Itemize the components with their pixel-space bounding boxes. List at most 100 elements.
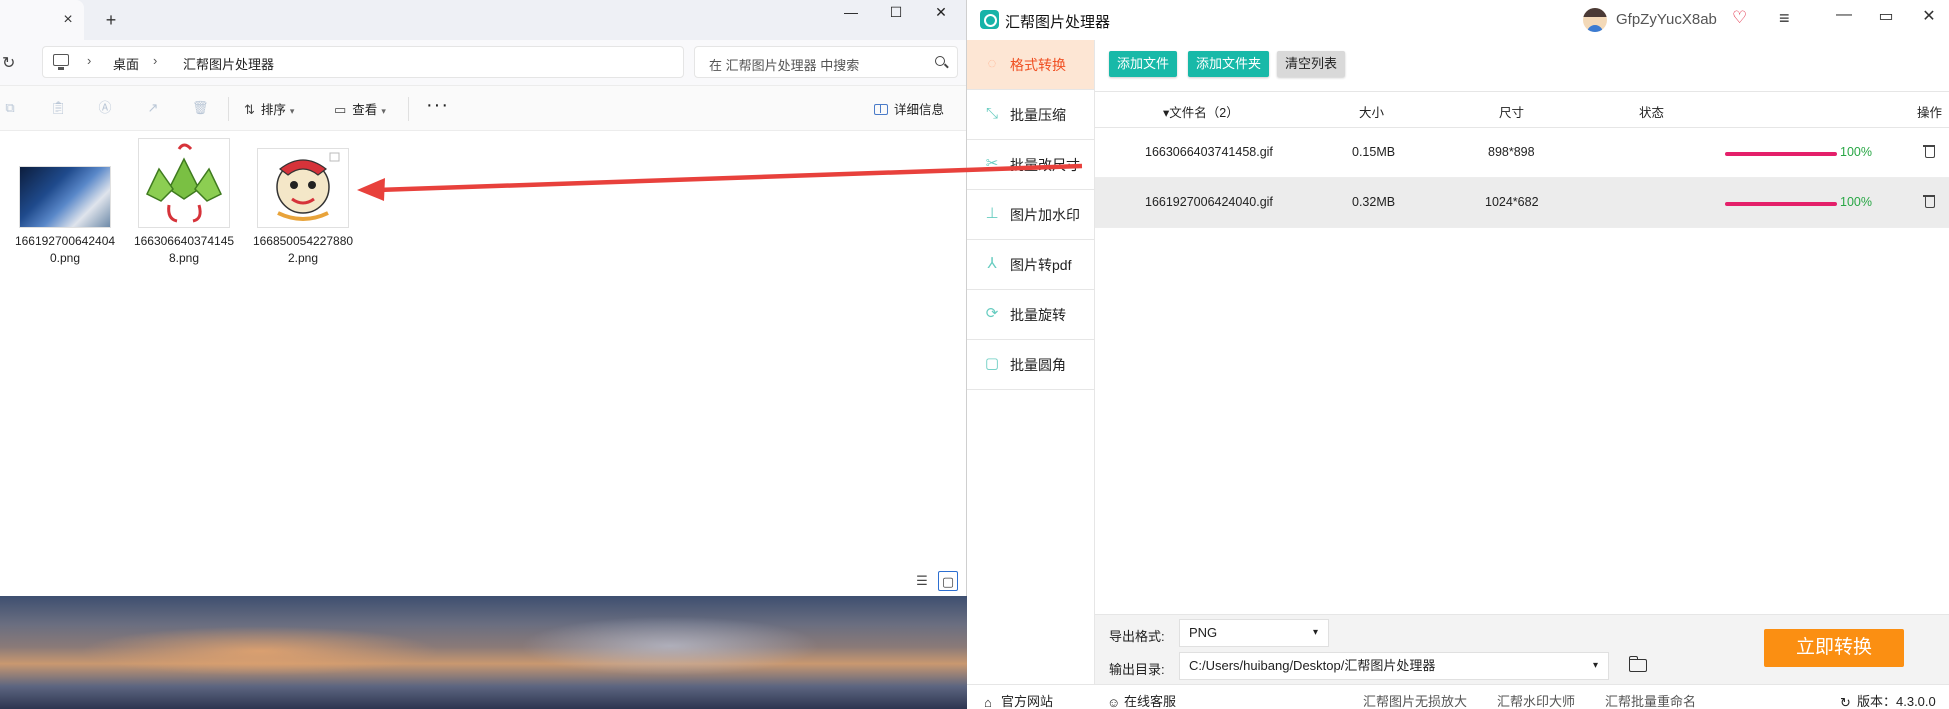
path-bar[interactable]: › 桌面 › 汇帮图片处理器	[42, 46, 684, 78]
sidebar-item-label: 批量压缩	[1010, 107, 1066, 123]
more-options-button[interactable]: ···	[426, 94, 449, 117]
sidebar-item-round-corner[interactable]: ▢ 批量圆角	[967, 340, 1094, 390]
progress-bar	[1725, 152, 1837, 156]
file-item[interactable]: 1661927006424040.png	[10, 139, 120, 267]
footer-link-rename[interactable]: 汇帮批量重命名	[1605, 691, 1696, 709]
version-label: ↻ 版本：4.3.0.0	[1840, 691, 1936, 709]
breadcrumb-desktop[interactable]: 桌面	[113, 54, 139, 73]
app-titlebar: 汇帮图片处理器 GfpZyYucX8ab ♡ ≡ — ▭ ✕	[967, 0, 1949, 40]
trash-icon[interactable]	[1922, 142, 1936, 158]
progress-percent: 100%	[1840, 145, 1872, 159]
add-file-button[interactable]: 添加文件	[1109, 51, 1178, 77]
sort-icon: ⇅	[244, 102, 255, 117]
chevron-down-icon: ▾	[289, 106, 295, 116]
row-size: 0.15MB	[1352, 145, 1396, 159]
share-icon[interactable]: ↗	[145, 100, 161, 116]
online-support-label: 在线客服	[1124, 694, 1177, 709]
footer-link-watermark[interactable]: 汇帮水印大师	[1497, 691, 1575, 709]
view-button[interactable]: ▭ 查看 ▾	[334, 99, 386, 118]
sort-button[interactable]: ⇅ 排序 ▾	[244, 99, 294, 118]
app-title: 汇帮图片处理器	[1005, 14, 1111, 31]
resize-icon: ✂	[985, 155, 999, 172]
sidebar-item-watermark[interactable]: ⊥ 图片加水印	[967, 190, 1094, 240]
explorer-maximize-button[interactable]: ☐	[873, 0, 919, 28]
compress-icon: ⤡	[985, 105, 998, 122]
file-name: 1668500542278802.png	[252, 234, 354, 265]
row-dimensions: 898*898	[1488, 145, 1535, 159]
toolbar-divider	[408, 97, 409, 121]
progress-percent: 100%	[1840, 195, 1872, 209]
version-text: 版本：4.3.0.0	[1857, 694, 1936, 709]
action-bar: 添加文件 添加文件夹 清空列表	[1095, 40, 1949, 92]
copy-icon[interactable]: ⧉	[2, 100, 18, 116]
file-item[interactable]: 1668500542278802.png	[248, 139, 358, 267]
delete-icon[interactable]: 🗑︎	[192, 100, 209, 116]
trash-icon[interactable]	[1922, 192, 1936, 208]
column-size: 大小	[1359, 106, 1385, 120]
file-table-header: ▾文件名（2） 大小 尺寸 状态 操作	[1095, 92, 1949, 128]
output-dir-select[interactable]: C:/Users/huibang/Desktop/汇帮图片处理器 ▾	[1179, 652, 1609, 680]
menu-icon[interactable]: ≡	[1779, 8, 1790, 29]
add-folder-button[interactable]: 添加文件夹	[1188, 51, 1270, 77]
file-thumbnail	[20, 167, 110, 227]
vip-heart-icon[interactable]: ♡	[1732, 8, 1747, 28]
table-row[interactable]: 1661927006424040.gif 0.32MB 1024*682 100…	[1095, 178, 1949, 228]
column-status: 状态	[1639, 106, 1665, 120]
online-support-link[interactable]: ☺ 在线客服	[1107, 691, 1176, 709]
thumbnail-view-toggle[interactable]: ▢	[938, 571, 958, 591]
chevron-down-icon: ▾	[1592, 660, 1598, 671]
column-action: 操作	[1917, 106, 1943, 120]
file-explorer-window: × + — ☐ ✕ ↻ › 桌面 › 汇帮图片处理器 在 汇帮图片处理器 中搜索…	[0, 0, 967, 596]
app-close-button[interactable]: ✕	[1917, 6, 1941, 26]
convert-now-button[interactable]: 立即转换	[1764, 629, 1904, 667]
file-thumbnail	[139, 139, 229, 227]
file-name: 1663066403741458.png	[133, 234, 235, 265]
file-item[interactable]: 1663066403741458.png	[129, 139, 239, 267]
this-pc-icon[interactable]	[53, 54, 69, 70]
sort-label: 排序	[260, 103, 286, 117]
sidebar-item-label: 图片转pdf	[1010, 257, 1072, 273]
file-list-area[interactable]: 1661927006424040.png 1663066403741458.pn…	[0, 131, 966, 596]
avatar[interactable]	[1583, 8, 1607, 32]
app-logo-icon	[980, 10, 999, 29]
refresh-icon[interactable]: ↻	[2, 53, 15, 73]
app-minimize-button[interactable]: —	[1832, 6, 1856, 24]
new-tab-button[interactable]: +	[101, 10, 121, 30]
sidebar-item-format-convert[interactable]: ◌ 格式转换	[967, 40, 1094, 90]
sidebar-item-rotate[interactable]: ⟳ 批量旋转	[967, 290, 1094, 340]
column-filename[interactable]: ▾文件名（2）	[1163, 102, 1239, 121]
paste-icon[interactable]: 📋︎	[50, 100, 67, 116]
export-format-label: 导出格式:	[1109, 629, 1165, 644]
explorer-close-button[interactable]: ✕	[918, 0, 964, 28]
details-label: 详细信息	[893, 103, 944, 117]
breadcrumb-folder[interactable]: 汇帮图片处理器	[183, 54, 274, 73]
explorer-tab[interactable]: ×	[0, 0, 84, 40]
search-icon[interactable]	[935, 56, 945, 66]
rename-icon[interactable]: Ⓐ	[97, 100, 113, 116]
username[interactable]: GfpZyYucX8ab	[1616, 11, 1717, 28]
folder-open-icon[interactable]	[1628, 656, 1647, 672]
sidebar-item-label: 格式转换	[1010, 57, 1066, 73]
app-sidebar: ◌ 格式转换 ⤡ 批量压缩 ✂ 批量改尺寸 ⊥ 图片加水印 ⅄ 图片转pdf ⟳…	[967, 40, 1095, 684]
export-format-select[interactable]: PNG ▾	[1179, 619, 1329, 647]
sidebar-item-to-pdf[interactable]: ⅄ 图片转pdf	[967, 240, 1094, 290]
footer-link-upscale[interactable]: 汇帮图片无损放大	[1363, 691, 1467, 709]
clear-list-button[interactable]: 清空列表	[1277, 51, 1346, 77]
table-row[interactable]: 1663066403741458.gif 0.15MB 898*898 100%	[1095, 128, 1949, 178]
explorer-address-bar: ↻ › 桌面 › 汇帮图片处理器 在 汇帮图片处理器 中搜索	[0, 40, 966, 86]
official-website-link[interactable]: ⌂ 官方网站	[984, 691, 1053, 709]
details-pane-button[interactable]: 详细信息	[873, 99, 944, 118]
details-view-toggle[interactable]: ☰	[912, 571, 932, 591]
output-dir-label: 输出目录:	[1109, 662, 1165, 677]
app-maximize-button[interactable]: ▭	[1874, 6, 1898, 26]
view-icon: ▭	[334, 102, 347, 117]
explorer-minimize-button[interactable]: —	[828, 0, 874, 28]
sidebar-item-compress[interactable]: ⤡ 批量压缩	[967, 90, 1094, 140]
explorer-search-input[interactable]: 在 汇帮图片处理器 中搜索	[694, 46, 958, 78]
tab-close-icon[interactable]: ×	[58, 10, 78, 30]
image-processor-app: 汇帮图片处理器 GfpZyYucX8ab ♡ ≡ — ▭ ✕ ◌ 格式转换 ⤡ …	[967, 0, 1949, 709]
pdf-icon: ⅄	[987, 255, 997, 272]
row-dimensions: 1024*682	[1485, 195, 1539, 209]
watermark-icon: ⊥	[985, 205, 999, 222]
sidebar-item-resize[interactable]: ✂ 批量改尺寸	[967, 140, 1094, 190]
